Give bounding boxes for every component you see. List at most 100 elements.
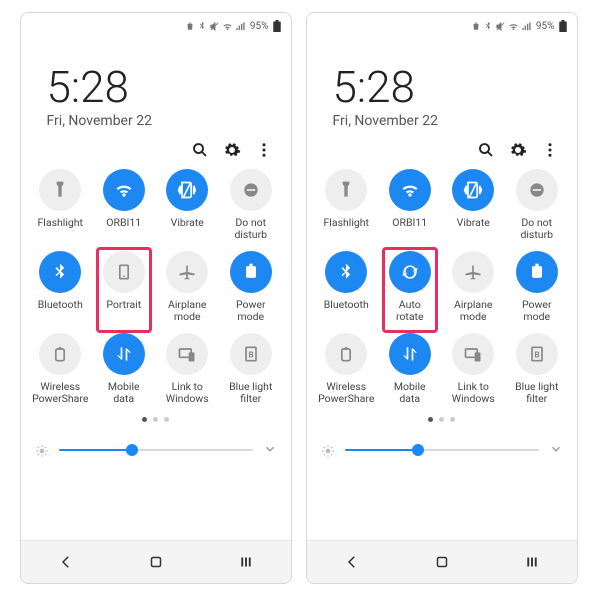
tile-airplane[interactable]: Airplane mode [442, 251, 506, 323]
battery-icon [273, 20, 281, 32]
tile-label: ORBI11 [392, 217, 427, 241]
tile-linkwin[interactable]: Link to Windows [156, 333, 220, 405]
tile-label: Link to Windows [166, 381, 209, 405]
tile-label: Airplane mode [168, 299, 207, 323]
tile-label: Flashlight [38, 217, 84, 241]
search-icon[interactable] [477, 141, 495, 159]
mute-status-icon [495, 21, 506, 32]
tile-label: Link to Windows [452, 381, 495, 405]
flashlight-icon [39, 169, 81, 211]
vibrate-icon [452, 169, 494, 211]
phone-screen: 95%5:28Fri, November 22FlashlightORBI11V… [306, 12, 578, 584]
tile-bluetooth[interactable]: Bluetooth [29, 251, 93, 323]
tile-linkwin[interactable]: Link to Windows [442, 333, 506, 405]
tile-dnd[interactable]: Do not disturb [219, 169, 283, 241]
tile-powershare[interactable]: Wireless PowerShare [315, 333, 379, 405]
tile-rotation[interactable]: Auto rotate [378, 251, 442, 323]
tile-label: Vibrate [457, 217, 490, 241]
tile-power[interactable]: Power mode [219, 251, 283, 323]
tile-mobiledata[interactable]: Mobile data [378, 333, 442, 405]
brightness-slider[interactable] [345, 440, 539, 460]
tile-label: Bluetooth [38, 299, 83, 323]
tile-vibrate[interactable]: Vibrate [156, 169, 220, 241]
mobiledata-icon [389, 333, 431, 375]
svg-text:B: B [534, 351, 539, 361]
clock-date: Fri, November 22 [47, 113, 271, 129]
powershare-icon [325, 333, 367, 375]
tile-bluetooth[interactable]: Bluetooth [315, 251, 379, 323]
phone-screen: 95%5:28Fri, November 22FlashlightORBI11V… [20, 12, 292, 584]
wifi-icon [103, 169, 145, 211]
tile-dnd[interactable]: Do not disturb [505, 169, 569, 241]
brightness-icon [35, 443, 49, 457]
nav-recents[interactable] [236, 552, 256, 572]
nav-back[interactable] [56, 552, 76, 572]
signal-status-icon [235, 21, 246, 32]
nav-bar [307, 540, 577, 583]
tile-flashlight[interactable]: Flashlight [29, 169, 93, 241]
tile-vibrate[interactable]: Vibrate [442, 169, 506, 241]
nav-home[interactable] [146, 552, 166, 572]
panel-actions [307, 135, 577, 165]
chevron-down-icon[interactable] [549, 441, 563, 460]
dot [450, 417, 455, 422]
linkwin-icon [452, 333, 494, 375]
tile-airplane[interactable]: Airplane mode [156, 251, 220, 323]
tile-powershare[interactable]: Wireless PowerShare [29, 333, 93, 405]
svg-text:B: B [248, 351, 253, 361]
tile-label: Power mode [236, 299, 266, 323]
tile-label: Blue light filter [229, 381, 272, 405]
airplane-icon [452, 251, 494, 293]
power-icon [230, 251, 272, 293]
trash-icon [185, 21, 195, 31]
airplane-icon [166, 251, 208, 293]
tile-label: Power mode [522, 299, 552, 323]
more-icon[interactable] [541, 141, 559, 159]
tile-label: Mobile data [108, 381, 140, 405]
chevron-down-icon[interactable] [263, 441, 277, 460]
wifi-icon [389, 169, 431, 211]
quick-settings-grid: Flashlight ORBI11 Vibrate Do not disturb Blu… [21, 165, 291, 405]
tile-mobiledata[interactable]: Mobile data [92, 333, 156, 405]
dnd-icon [230, 169, 272, 211]
brightness-icon [321, 443, 335, 457]
tile-label: Do not disturb [234, 217, 267, 241]
tile-wifi[interactable]: ORBI11 [378, 169, 442, 241]
bluetooth-icon [325, 251, 367, 293]
tile-flashlight[interactable]: Flashlight [315, 169, 379, 241]
tile-label: Bluetooth [324, 299, 369, 323]
powershare-icon [39, 333, 81, 375]
tile-label: Flashlight [324, 217, 370, 241]
flashlight-icon [325, 169, 367, 211]
tile-label: Auto rotate [396, 299, 424, 323]
tile-bluelight[interactable]: B Blue light filter [505, 333, 569, 405]
nav-home[interactable] [432, 552, 452, 572]
battery-pct: 95% [536, 21, 555, 32]
dnd-icon [516, 169, 558, 211]
nav-back[interactable] [342, 552, 362, 572]
nav-recents[interactable] [522, 552, 542, 572]
gear-icon[interactable] [509, 141, 527, 159]
tile-label: Vibrate [171, 217, 204, 241]
linkwin-icon [166, 333, 208, 375]
bluelight-icon: B [230, 333, 272, 375]
tile-label: Mobile data [394, 381, 426, 405]
tile-wifi[interactable]: ORBI11 [92, 169, 156, 241]
tile-rotation[interactable]: Portrait [92, 251, 156, 323]
tile-label: Wireless PowerShare [32, 381, 88, 405]
brightness-slider[interactable] [59, 440, 253, 460]
dot [428, 417, 433, 422]
tile-power[interactable]: Power mode [505, 251, 569, 323]
vibrate-icon [166, 169, 208, 211]
tile-label: Blue light filter [515, 381, 558, 405]
nav-bar [21, 540, 291, 583]
dot [164, 417, 169, 422]
battery-pct: 95% [250, 21, 269, 32]
search-icon[interactable] [191, 141, 209, 159]
power-icon [516, 251, 558, 293]
mobiledata-icon [103, 333, 145, 375]
gear-icon[interactable] [223, 141, 241, 159]
more-icon[interactable] [255, 141, 273, 159]
tile-bluelight[interactable]: B Blue light filter [219, 333, 283, 405]
tile-label: Do not disturb [520, 217, 553, 241]
